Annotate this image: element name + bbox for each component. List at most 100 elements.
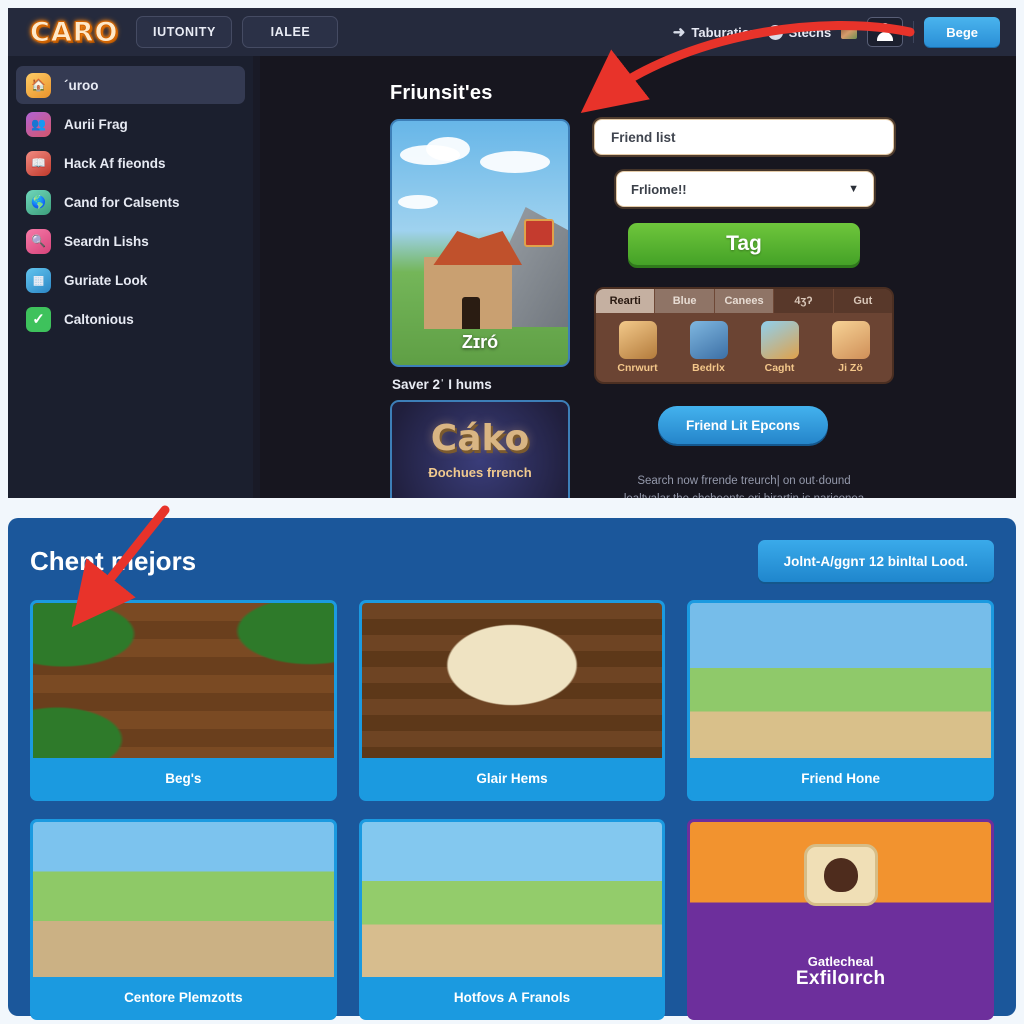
helper-text-line-2: lealtvalar the chcheents ori birartin is… xyxy=(594,490,894,498)
toolbar-divider xyxy=(913,21,915,43)
friends-tabs-panel: Rearti Blue Canees 4ʒʔ Gut Cnrwurt Bedrl… xyxy=(594,287,894,384)
card-subtitle: Saver 2ˈ I hums xyxy=(392,377,492,392)
avatar-cell-3[interactable]: Јі Zö xyxy=(819,321,883,374)
back-link-label: Taburation xyxy=(691,24,758,40)
signboard-shape xyxy=(524,219,554,247)
tab-1[interactable]: Blue xyxy=(655,289,715,313)
avatar-label-0: Cnrwurt xyxy=(617,362,658,374)
cloud-shape xyxy=(398,195,438,209)
avatar-label-2: Caght xyxy=(764,362,795,374)
tab-4[interactable]: Gut xyxy=(834,289,892,313)
featured-column: Zɪró Saver 2ˈ I hums Cáko Đochues frrenc… xyxy=(390,119,570,498)
lower-panel-header: Chent mеjors Jolnt-A/gɡnт 12 binltal Loo… xyxy=(30,540,994,582)
back-link[interactable]: ➜ Taburation xyxy=(673,25,758,40)
cloud-shape xyxy=(426,137,470,161)
avatar-shield-icon xyxy=(689,321,728,359)
sidebar-item-6[interactable]: ✓ Caltonious xyxy=(16,300,245,338)
tile-thumbnail-0 xyxy=(33,603,334,758)
tile-thumbnail-1 xyxy=(361,603,663,758)
sidebar-item-0[interactable]: 🏠 ´uroo xyxy=(16,66,245,104)
chevron-down-icon: ▼ xyxy=(848,183,859,195)
tile-thumbnail-5 xyxy=(690,822,991,952)
avatar-girl-icon xyxy=(831,321,870,359)
globe-icon: 🌎 xyxy=(26,189,51,215)
account-avatar-button[interactable] xyxy=(867,17,904,47)
info-icon: i xyxy=(767,24,783,40)
main-content: Friunsit'es Zɪró Saver 2ˈ I hums Cáko Đo… xyxy=(260,56,1016,498)
sidebar-item-label-3: Cand for Calsents xyxy=(64,194,180,210)
header-cta-button[interactable]: Bege xyxy=(924,17,1000,47)
tile-caption-2: Friend Hone xyxy=(690,758,991,798)
tile-caption-5-big: Exfiloırch xyxy=(795,967,886,989)
tile-2[interactable]: Friend Hone xyxy=(687,600,994,801)
tile-3[interactable]: Centore Plemzotts xyxy=(30,819,337,1020)
sidebar-item-label-2: Hack Af fieonds xyxy=(64,155,166,171)
sidebar: 🏠 ´uroo 👥 Aurii Fraɡ 📖 Hack Af fieonds 🌎… xyxy=(8,56,253,498)
secondary-game-card[interactable]: Cáko Đochues frrench xyxy=(390,400,570,498)
secondary-card-subtitle: Đochues frrench xyxy=(428,465,532,480)
page-title: Friunsit'es xyxy=(390,82,493,104)
featured-game-card[interactable]: Zɪró xyxy=(390,119,570,367)
app-logo[interactable]: CARO xyxy=(29,16,118,48)
nav-tab-1[interactable]: IUTONITY xyxy=(136,16,233,48)
tile-4[interactable]: Hotfovs А Franols xyxy=(358,819,666,1020)
tile-caption-5: Gatlecheal Exfiloırch xyxy=(690,952,991,992)
secondary-card-logo: Cáko xyxy=(430,418,530,459)
friend-select[interactable]: Frliome!! ▼ xyxy=(616,171,874,207)
tile-thumbnail-2 xyxy=(690,603,991,758)
helper-text-line-1: Search now frrende treurch| on out·dound xyxy=(637,475,851,487)
user-avatar-icon xyxy=(876,23,894,41)
grid-icon: ▦ xyxy=(26,267,51,293)
door-shape xyxy=(462,297,480,329)
avatar-cell-0[interactable]: Cnrwurt xyxy=(606,321,670,374)
tile-0[interactable]: Beg's xyxy=(30,600,337,801)
avatar-bird-icon xyxy=(760,321,799,359)
avatar-character-icon xyxy=(618,321,657,359)
tile-caption-1: Glair Hems xyxy=(361,758,663,798)
sidebar-item-label-0: ´uroo xyxy=(64,77,99,93)
sidebar-item-label-5: Guriate Look xyxy=(64,272,148,288)
lower-panel-title: Chent mеjors xyxy=(30,545,197,576)
check-icon: ✓ xyxy=(26,306,51,332)
nav-tab-2[interactable]: IALEE xyxy=(242,16,339,48)
tile-caption-5-small: Gatlecheal xyxy=(807,954,874,970)
avatar-label-1: Bedrlx xyxy=(692,362,725,374)
lower-action-button[interactable]: Jolnt-A/gɡnт 12 binltal Lood. xyxy=(757,540,994,582)
status-label: Stecns xyxy=(788,24,832,40)
status-link[interactable]: i Stecns xyxy=(767,24,832,40)
tile-caption-0: Beg's xyxy=(33,758,334,798)
tab-0[interactable]: Rearti xyxy=(596,289,656,313)
tile-grid: Beg's Glair Hems Friend Hone Centore Ple… xyxy=(30,600,994,1020)
sidebar-item-1[interactable]: 👥 Aurii Fraɡ xyxy=(16,105,245,143)
avatar-cell-1[interactable]: Bedrlx xyxy=(677,321,741,374)
sidebar-item-3[interactable]: 🌎 Cand for Calsents xyxy=(16,183,245,221)
tag-button[interactable]: Tag xyxy=(628,223,860,265)
form-column: Friend list Frliome!! ▼ Tag Rearti Blue … xyxy=(594,119,894,498)
sidebar-item-5[interactable]: ▦ Guriate Look xyxy=(16,261,245,299)
sidebar-item-4[interactable]: 🔍 Seardn Lishs xyxy=(16,222,245,260)
sidebar-item-label-4: Seardn Lishs xyxy=(64,233,149,249)
back-arrow-icon: ➜ xyxy=(672,23,686,41)
friend-list-input[interactable]: Friend list xyxy=(594,119,894,155)
tile-1[interactable]: Glair Hems xyxy=(358,600,666,801)
sidebar-item-2[interactable]: 📖 Hack Af fieonds xyxy=(16,144,245,182)
search-icon: 🔍 xyxy=(26,228,51,254)
home-icon: 🏠 xyxy=(26,72,51,98)
friend-list-epcons-button[interactable]: Friend Lit Epcons xyxy=(658,406,828,444)
friend-select-value: Frliome!! xyxy=(631,181,687,197)
bear-icon xyxy=(823,858,858,892)
top-bar-right-group: ➜ Taburation i Stecns Bege xyxy=(673,17,1004,47)
tile-thumbnail-4 xyxy=(361,822,663,977)
tile-5[interactable]: Gatlecheal Exfiloırch xyxy=(687,819,994,1020)
featured-card-label: Zɪró xyxy=(461,332,499,352)
tile-caption-4: Hotfovs А Franols xyxy=(361,977,663,1017)
sidebar-item-label-6: Caltonious xyxy=(64,311,134,327)
avatar-cell-2[interactable]: Caght xyxy=(748,321,812,374)
friends-icon: 👥 xyxy=(26,111,51,137)
tile-caption-3: Centore Plemzotts xyxy=(33,977,334,1017)
tab-2[interactable]: Canees xyxy=(714,289,775,313)
tab-3[interactable]: 4ʒʔ xyxy=(774,289,834,313)
lower-panel: Chent mеjors Jolnt-A/gɡnт 12 binltal Loo… xyxy=(8,518,1016,1020)
avatars-row: Cnrwurt Bedrlx Caght Јі Zö xyxy=(596,313,892,382)
mini-thumbnail-icon xyxy=(841,25,858,39)
